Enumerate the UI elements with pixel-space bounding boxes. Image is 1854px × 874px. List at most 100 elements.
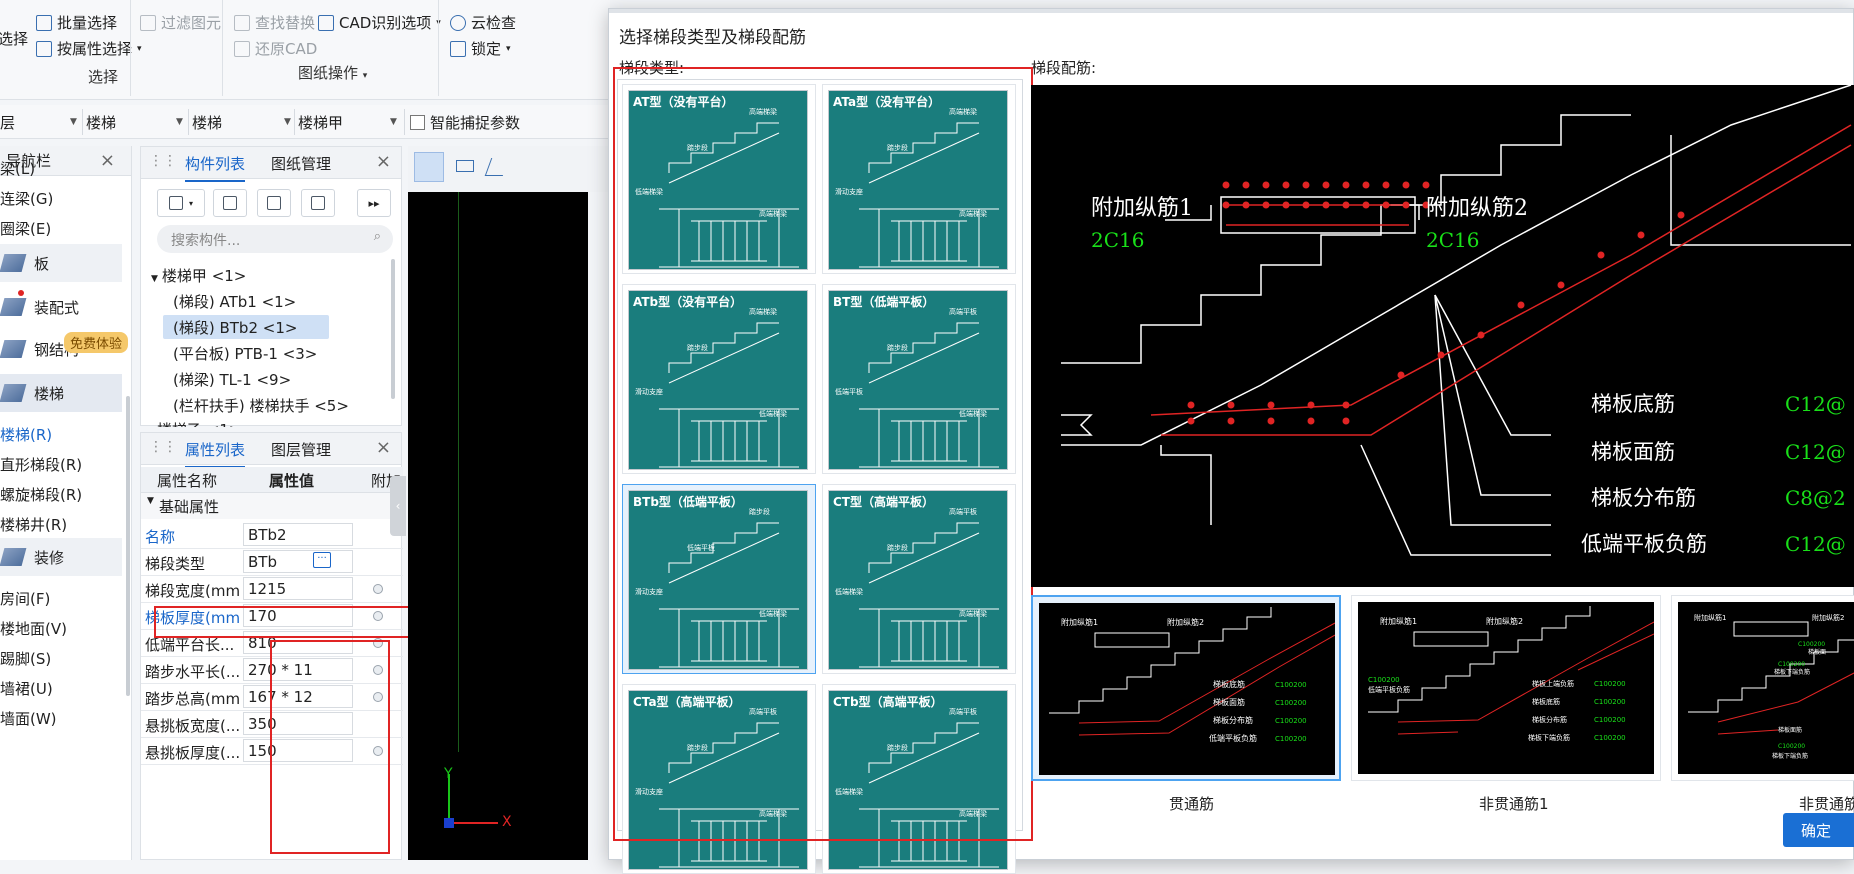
nav-item-coupling-beam[interactable]: 连梁(G) — [0, 188, 53, 209]
nav-item-floor[interactable]: 楼地面(V) — [0, 618, 67, 639]
prop-row: 低端平台长... 810 — [141, 629, 403, 657]
prop-value[interactable]: 150 — [243, 739, 353, 762]
nav-cat-stair[interactable]: 楼梯 — [0, 374, 122, 412]
attach-checkbox[interactable] — [373, 584, 383, 594]
attach-checkbox[interactable] — [373, 611, 383, 621]
cloud-check-button[interactable]: 云检查 — [450, 12, 516, 33]
close-icon[interactable]: × — [100, 150, 115, 171]
prop-value[interactable]: 350 — [243, 712, 353, 735]
collapse-handle[interactable]: ‹ — [390, 476, 406, 536]
stair-type-card[interactable]: BTb型（低端平板） 踏步段 低端平板 滑动支座 低端梯梁 — [628, 490, 808, 670]
collapse-icon[interactable]: ▼ — [147, 496, 154, 506]
rebar-option-non-through-1[interactable]: 附加纵筋1 附加纵筋2 C100200 低端平板负筋 梯板上端负筋 C10020… — [1351, 595, 1661, 781]
nav-item-spiral-flight[interactable]: 螺旋梯段(R) — [0, 484, 82, 505]
batch-select-button[interactable]: 批量选择 — [36, 12, 117, 33]
new-icon — [168, 196, 183, 210]
tree-item[interactable]: (梯梁) TL-1 <9> — [173, 369, 291, 390]
stair-draw-icon[interactable] — [414, 152, 444, 182]
stair-type-card[interactable]: CTb型（高端平板） 高端平板 踏步段 低端梯梁 高端梯梁 — [828, 690, 1008, 870]
stair-type-card[interactable]: CT型（高端平板） 高端平板 踏步段 低端梯梁 高端梯梁 — [828, 490, 1008, 670]
prop-value[interactable]: 170 — [243, 604, 353, 627]
drawing-canvas[interactable]: ‹ Y X — [390, 146, 608, 860]
nav-item-stairwell[interactable]: 楼梯井(R) — [0, 514, 67, 535]
tree-group[interactable]: 楼梯乙 <1> — [157, 419, 241, 427]
prop-value[interactable]: 810 — [243, 631, 353, 654]
tree-item[interactable]: (梯段) ATb1 <1> — [173, 291, 296, 312]
nav-item-ring-beam[interactable]: 圈梁(E) — [0, 218, 51, 239]
layer-copy-button[interactable] — [301, 189, 335, 217]
tree-item[interactable]: (栏杆扶手) 楼梯扶手 <5> — [173, 395, 349, 416]
attach-checkbox[interactable] — [373, 638, 383, 648]
tab-layer-management[interactable]: 图层管理 — [271, 439, 331, 460]
nav-item-dado[interactable]: 墙裙(U) — [0, 678, 53, 699]
nav-item-stair[interactable]: 楼梯(R) — [0, 424, 52, 445]
stair-type-card[interactable]: ATb型（没有平台） 高端梯梁 踏步段 滑动支座 低端梯梁 — [628, 290, 808, 470]
cad-options-button[interactable]: CAD识别选项▾ — [318, 12, 441, 33]
category-select[interactable]: 楼梯 ▼ — [86, 111, 186, 133]
lock-button[interactable]: 锁定 ▾ — [450, 38, 511, 59]
rebar-option-through[interactable]: 附加纵筋1 附加纵筋2 梯板底筋 C100200 梯板面筋 C100200 梯板… — [1031, 595, 1341, 781]
tree-item-selected[interactable]: (梯段) BTb2 <1> — [173, 317, 297, 338]
attach-checkbox[interactable] — [373, 665, 383, 675]
type-select[interactable]: 楼梯 ▼ — [192, 111, 292, 133]
notification-dot — [18, 290, 24, 296]
stair-type-card[interactable]: BT型（低端平板） 高端平板 踏步段 低端平板 低端梯梁 — [828, 290, 1008, 470]
prop-value-name[interactable]: BTb2 — [243, 523, 353, 546]
more-button[interactable]: ▸▸ — [357, 189, 391, 217]
nav-item-straight-flight[interactable]: 直形梯段(R) — [0, 454, 82, 475]
chevron-down-icon: ▼ — [70, 117, 77, 127]
drag-handle-icon[interactable]: ⋮⋮ — [149, 439, 177, 455]
filter-button[interactable]: 过滤图元 — [140, 12, 221, 33]
checkbox-box[interactable] — [410, 114, 425, 130]
tab-drawing-management[interactable]: 图纸管理 — [271, 153, 331, 174]
ok-button[interactable]: 确定 — [1783, 813, 1854, 847]
tab-property-list[interactable]: 属性列表 — [185, 439, 246, 468]
attach-checkbox[interactable] — [373, 692, 383, 702]
tab-component-list[interactable]: 构件列表 — [185, 153, 246, 182]
attach-checkbox[interactable] — [373, 746, 383, 756]
close-icon[interactable]: × — [376, 437, 391, 458]
prop-value[interactable]: 167 * 12 — [243, 685, 353, 708]
nav-item-wall-face[interactable]: 墙面(W) — [0, 708, 57, 729]
smart-snap-checkbox[interactable]: 智能捕捉参数 — [410, 111, 520, 133]
line-draw-icon[interactable] — [484, 158, 510, 176]
free-trial-badge[interactable]: 免费体验 — [64, 332, 129, 353]
drag-handle-icon[interactable]: ⋮⋮ — [149, 153, 177, 169]
nav-item-skirting[interactable]: 踢脚(S) — [0, 648, 51, 669]
component-search-input[interactable]: 搜索构件... ⌕ — [157, 225, 393, 253]
prop-value[interactable]: 1215 — [243, 577, 353, 600]
prop-group-row[interactable]: ▼ 基础属性 — [141, 493, 403, 519]
component-select[interactable]: 楼梯甲 ▼ — [298, 111, 402, 133]
nav-item-room[interactable]: 房间(F) — [0, 588, 50, 609]
ribbon: 选择 批量选择 按属性选择 ▾ 选择 过滤图元 查找替换 还原CAD CAD识别选… — [0, 0, 610, 100]
scrollbar[interactable] — [126, 396, 130, 696]
floor-select[interactable]: 层 ▼ — [0, 111, 80, 133]
ellipsis-button[interactable]: ··· — [313, 552, 331, 568]
rebar-dot — [1187, 401, 1195, 409]
nav-item-beam[interactable]: 梁(L) — [0, 158, 35, 179]
tree-group[interactable]: ▼ 楼梯甲 <1> — [151, 265, 246, 286]
tree-item[interactable]: (平台板) PTB-1 <3> — [173, 343, 317, 364]
stair-type-card[interactable]: CTa型（高端平板） 高端平板 踏步段 滑动支座 高端梯梁 — [628, 690, 808, 870]
nav-cat-slab[interactable]: 板 — [0, 244, 122, 282]
new-component-button[interactable]: ▾ — [157, 189, 205, 217]
steel-icon — [0, 340, 27, 358]
rebar-dot — [1227, 401, 1235, 409]
prop-value-flight-type[interactable]: BTb — [243, 550, 353, 573]
delete-button[interactable] — [257, 189, 291, 217]
expand-icon[interactable]: ▼ — [151, 274, 158, 284]
stair-type-card[interactable]: ATa型（没有平台） 高端梯梁 踏步段 滑动支座 高端梯梁 — [828, 90, 1008, 270]
close-icon[interactable]: × — [376, 151, 391, 172]
prop-value[interactable]: 270 * 11 — [243, 658, 353, 681]
select-button[interactable]: 选择 — [0, 28, 28, 49]
restore-cad-button[interactable]: 还原CAD — [234, 38, 317, 59]
select-by-attr-button[interactable]: 按属性选择 ▾ — [36, 38, 142, 59]
copy-button[interactable] — [213, 189, 247, 217]
canvas-toolbar — [408, 146, 608, 192]
rebar-option-non-through-2[interactable]: 附加纵筋1 附加纵筋2 C100200 梯板面 C100200 梯板下端负筋 梯… — [1671, 595, 1854, 781]
scrollbar[interactable] — [391, 259, 395, 399]
stair-type-card[interactable]: AT型（没有平台） 高端梯梁 踏步段 低端梯梁 高端梯梁 — [628, 90, 808, 270]
nav-cat-decoration[interactable]: 装修 — [0, 538, 122, 576]
rect-draw-icon[interactable] — [456, 160, 474, 172]
find-replace-button[interactable]: 查找替换 — [234, 12, 315, 33]
